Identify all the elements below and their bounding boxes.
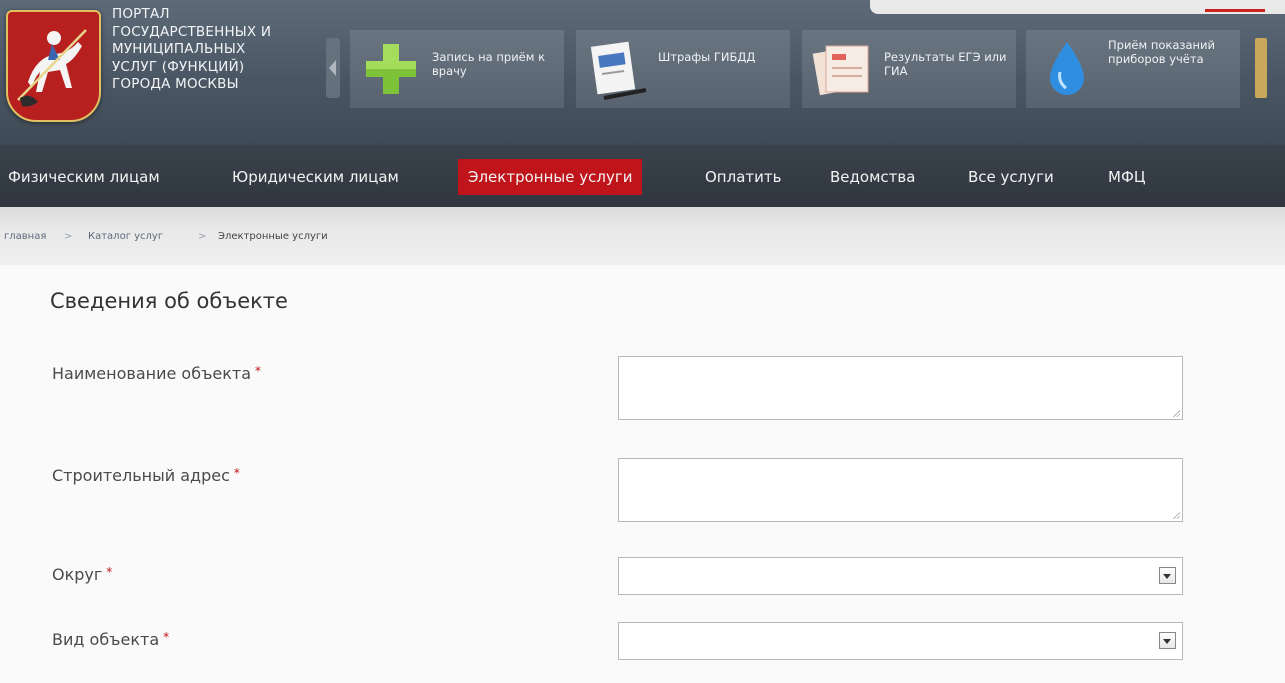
field-label-text: Наименование объекта	[52, 364, 252, 383]
required-mark: *	[106, 565, 113, 579]
quick-tile-exam-results[interactable]: Результаты ЕГЭ или ГИА	[802, 30, 1016, 108]
section-title: Сведения об объекте	[50, 289, 288, 313]
site-header: ПОРТАЛ ГОСУДАРСТВЕННЫХ И МУНИЦИПАЛЬНЫХ У…	[0, 0, 1285, 145]
document-pen-icon	[584, 36, 650, 102]
object-name-label: Наименование объекта *	[52, 364, 261, 383]
moscow-coat-of-arms-logo[interactable]	[6, 10, 101, 122]
green-cross-icon	[358, 36, 424, 102]
top-strip	[870, 0, 1285, 14]
nav-item-pay[interactable]: Оплатить	[695, 159, 791, 195]
breadcrumb-separator: >	[198, 231, 207, 242]
chevron-down-icon[interactable]	[1159, 632, 1176, 649]
construction-address-textarea[interactable]	[618, 458, 1183, 522]
required-mark: *	[163, 630, 170, 644]
breadcrumb-catalog-link[interactable]: Каталог услуг	[88, 231, 163, 242]
breadcrumb-separator: >	[64, 231, 73, 242]
quick-tile-label: Штрафы ГИБДД	[658, 50, 756, 64]
field-label-text: Строительный адрес	[52, 466, 230, 485]
tiles-scroll-left-button[interactable]	[326, 38, 340, 98]
district-select[interactable]	[618, 557, 1183, 595]
water-drop-icon	[1034, 36, 1100, 102]
chevron-down-icon[interactable]	[1159, 567, 1176, 584]
required-mark: *	[255, 364, 262, 378]
object-name-textarea[interactable]	[618, 356, 1183, 420]
quick-tile-label: Запись на приём к врачу	[432, 50, 546, 78]
quick-tile-meter-readings[interactable]: Приём показаний приборов учёта	[1026, 30, 1240, 108]
object-info-form: Сведения об объекте Наименование объекта…	[0, 265, 1285, 683]
quick-tile-label: Результаты ЕГЭ или ГИА	[884, 50, 1007, 78]
nav-item-legal-entities[interactable]: Юридическим лицам	[222, 159, 409, 195]
breadcrumb: главная > Каталог услуг > Электронные ус…	[0, 207, 1285, 265]
district-label: Округ *	[52, 565, 112, 584]
tiles-scroll-right-button[interactable]	[1255, 38, 1267, 98]
portal-title[interactable]: ПОРТАЛ ГОСУДАРСТВЕННЫХ И МУНИЦИПАЛЬНЫХ У…	[112, 6, 312, 94]
breadcrumb-home-link[interactable]: главная	[4, 231, 46, 242]
required-mark: *	[233, 466, 240, 480]
nav-item-individuals[interactable]: Физическим лицам	[0, 159, 170, 195]
nav-item-e-services[interactable]: Электронные услуги	[458, 159, 643, 223]
field-label-text: Округ	[52, 565, 103, 584]
nav-item-mfc[interactable]: МФЦ	[1098, 159, 1156, 195]
construction-address-label: Строительный адрес *	[52, 466, 240, 485]
object-type-label: Вид объекта *	[52, 630, 169, 649]
quick-tile-label: Приём показаний приборов учёта	[1108, 38, 1216, 66]
resize-grip-icon[interactable]	[1172, 409, 1180, 417]
field-label-text: Вид объекта	[52, 630, 160, 649]
nav-item-departments[interactable]: Ведомства	[820, 159, 925, 195]
quick-tile-doctor-appointment[interactable]: Запись на приём к врачу	[350, 30, 564, 108]
exam-papers-icon	[810, 36, 876, 102]
main-nav: Физическим лицам Юридическим лицам Элект…	[0, 145, 1285, 223]
object-type-select[interactable]	[618, 622, 1183, 660]
resize-grip-icon[interactable]	[1172, 511, 1180, 519]
quick-tile-traffic-fines[interactable]: Штрафы ГИБДД	[576, 30, 790, 108]
breadcrumb-current: Электронные услуги	[218, 231, 328, 242]
nav-item-all-services[interactable]: Все услуги	[958, 159, 1064, 195]
